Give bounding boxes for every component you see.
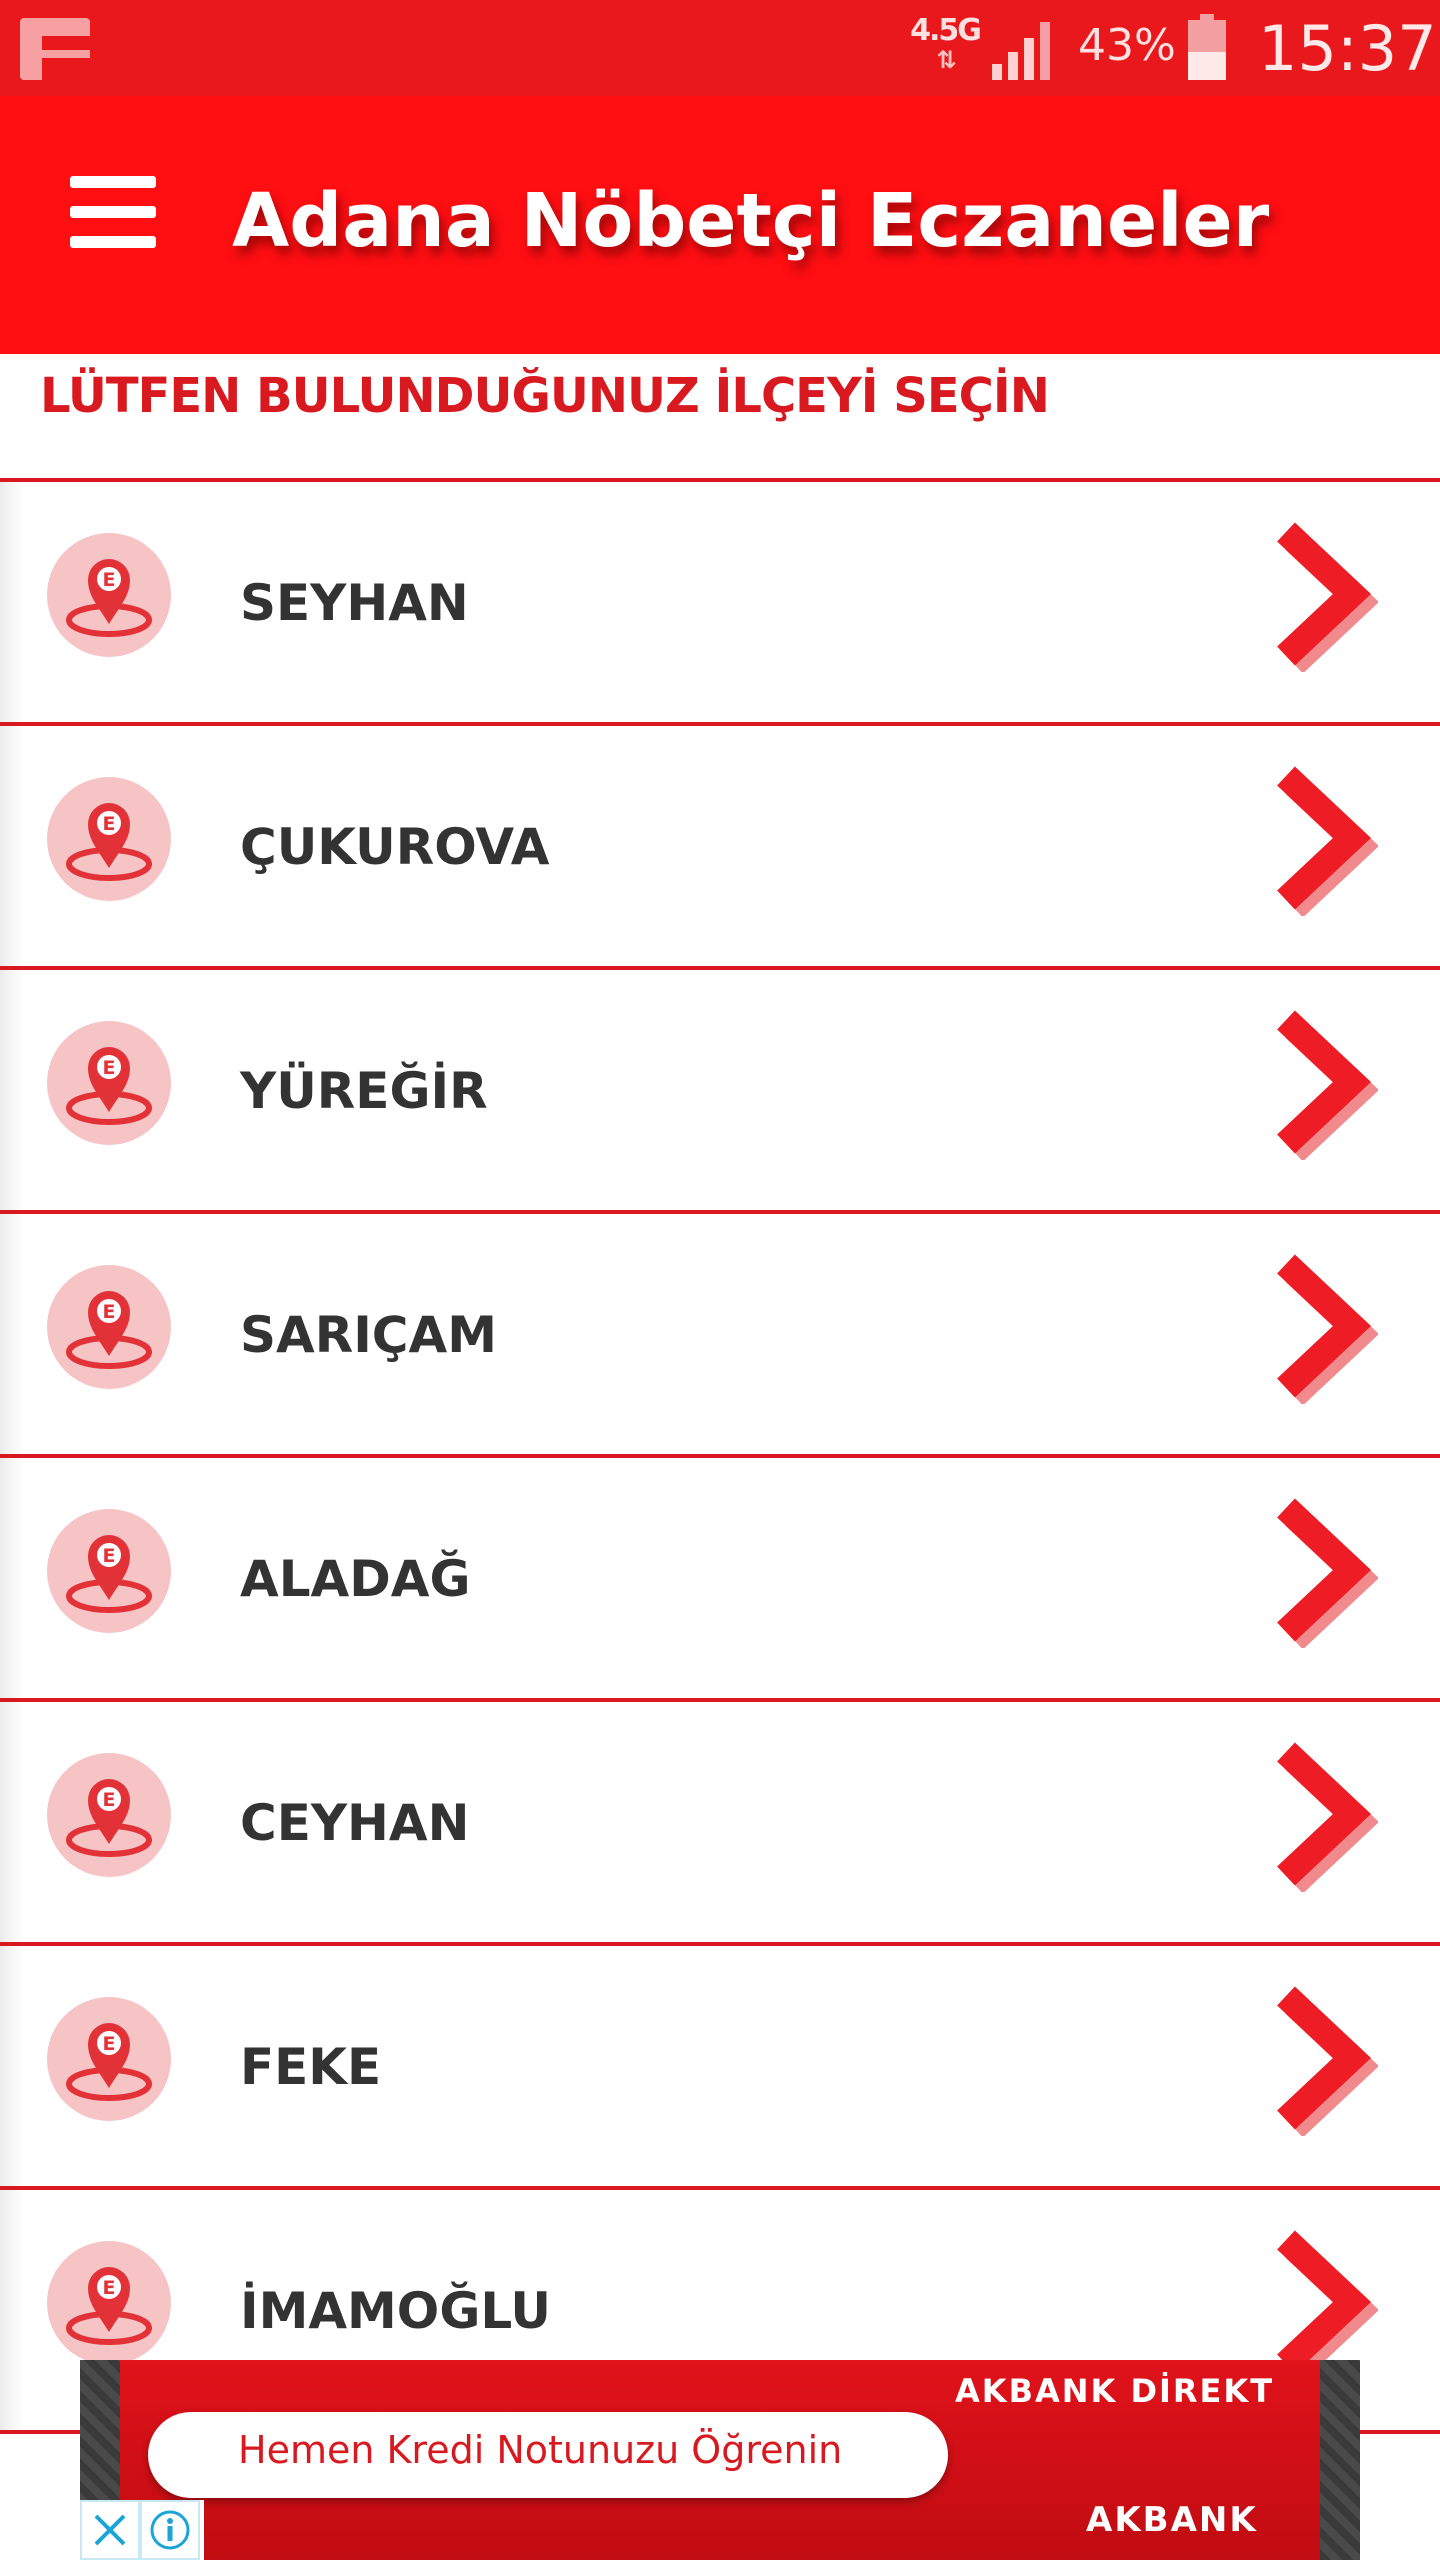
svg-text:E: E — [103, 2033, 116, 2055]
pharmacy-location-pin-icon: E — [47, 533, 171, 657]
clock: 15:37 — [1258, 12, 1437, 85]
pharmacy-location-pin-icon: E — [47, 1753, 171, 1877]
ad-controls — [80, 2500, 204, 2560]
info-icon[interactable] — [140, 2500, 200, 2560]
page-title: Adana Nöbetçi Eczaneler — [232, 178, 1270, 264]
app-notification-icon — [20, 18, 90, 80]
svg-text:E: E — [103, 1057, 116, 1079]
district-list: E SEYHAN E ÇUKUROVA E YÜREĞİR E SARIÇAM … — [0, 482, 1440, 2434]
network-indicator: 4.5G ⇅ — [910, 13, 982, 84]
district-item-saricam[interactable]: E SARIÇAM — [0, 1214, 1440, 1458]
battery-percentage: 43% — [1078, 20, 1176, 71]
district-item-ceyhan[interactable]: E CEYHAN — [0, 1702, 1440, 1946]
district-item-yuregir[interactable]: E YÜREĞİR — [0, 970, 1440, 1214]
app-bar: Adana Nöbetçi Eczaneler — [0, 96, 1440, 354]
district-item-seyhan[interactable]: E SEYHAN — [0, 482, 1440, 726]
ad-brand-logo-top: AKBANK DİREKT — [955, 2372, 1275, 2410]
pharmacy-location-pin-icon: E — [47, 1021, 171, 1145]
district-name: ALADAĞ — [240, 1550, 471, 1608]
district-name: FEKE — [240, 2038, 382, 2096]
chevron-right-icon[interactable] — [1268, 522, 1378, 672]
district-item-cukurova[interactable]: E ÇUKUROVA — [0, 726, 1440, 970]
pharmacy-location-pin-icon: E — [47, 777, 171, 901]
ad-banner[interactable]: AKBANK DİREKT Hemen Kredi Notunuzu Öğren… — [80, 2360, 1360, 2560]
chevron-right-icon[interactable] — [1268, 1742, 1378, 1892]
chevron-right-icon[interactable] — [1268, 2230, 1378, 2380]
close-icon[interactable] — [80, 2500, 140, 2560]
svg-text:E: E — [103, 569, 116, 591]
svg-text:E: E — [103, 1789, 116, 1811]
network-type: 4.5G — [910, 13, 982, 48]
district-name: CEYHAN — [240, 1794, 470, 1852]
pharmacy-location-pin-icon: E — [47, 1997, 171, 2121]
pharmacy-location-pin-icon: E — [47, 1265, 171, 1389]
ad-cta-button[interactable]: Hemen Kredi Notunuzu Öğrenin — [148, 2412, 948, 2498]
district-item-aladag[interactable]: E ALADAĞ — [0, 1458, 1440, 1702]
district-name: İMAMOĞLU — [240, 2282, 552, 2340]
svg-text:E: E — [103, 1545, 116, 1567]
pharmacy-location-pin-icon: E — [47, 1509, 171, 1633]
svg-text:E: E — [103, 1301, 116, 1323]
pharmacy-location-pin-icon: E — [47, 2241, 171, 2365]
battery-icon — [1188, 14, 1226, 80]
svg-text:E: E — [103, 2277, 116, 2299]
chevron-right-icon[interactable] — [1268, 1010, 1378, 1160]
district-name: SEYHAN — [240, 574, 469, 632]
chevron-right-icon[interactable] — [1268, 766, 1378, 916]
chevron-right-icon[interactable] — [1268, 1254, 1378, 1404]
district-name: SARIÇAM — [240, 1306, 497, 1364]
district-item-feke[interactable]: E FEKE — [0, 1946, 1440, 2190]
district-name: YÜREĞİR — [240, 1062, 488, 1120]
district-select-heading: LÜTFEN BULUNDUĞUNUZ İLÇEYİ SEÇİN — [40, 368, 1050, 424]
data-arrows-icon: ⇅ — [936, 46, 956, 74]
district-name: ÇUKUROVA — [240, 818, 550, 876]
status-bar: 4.5G ⇅ 43% 15:37 — [0, 0, 1440, 96]
svg-text:E: E — [103, 813, 116, 835]
hamburger-menu-icon[interactable] — [70, 176, 156, 248]
ad-cta-text: Hemen Kredi Notunuzu Öğrenin — [238, 2428, 843, 2472]
signal-strength-icon — [992, 22, 1050, 80]
ad-brand-logo-bottom: AKBANK — [1086, 2500, 1258, 2540]
chevron-right-icon[interactable] — [1268, 1498, 1378, 1648]
chevron-right-icon[interactable] — [1268, 1986, 1378, 2136]
